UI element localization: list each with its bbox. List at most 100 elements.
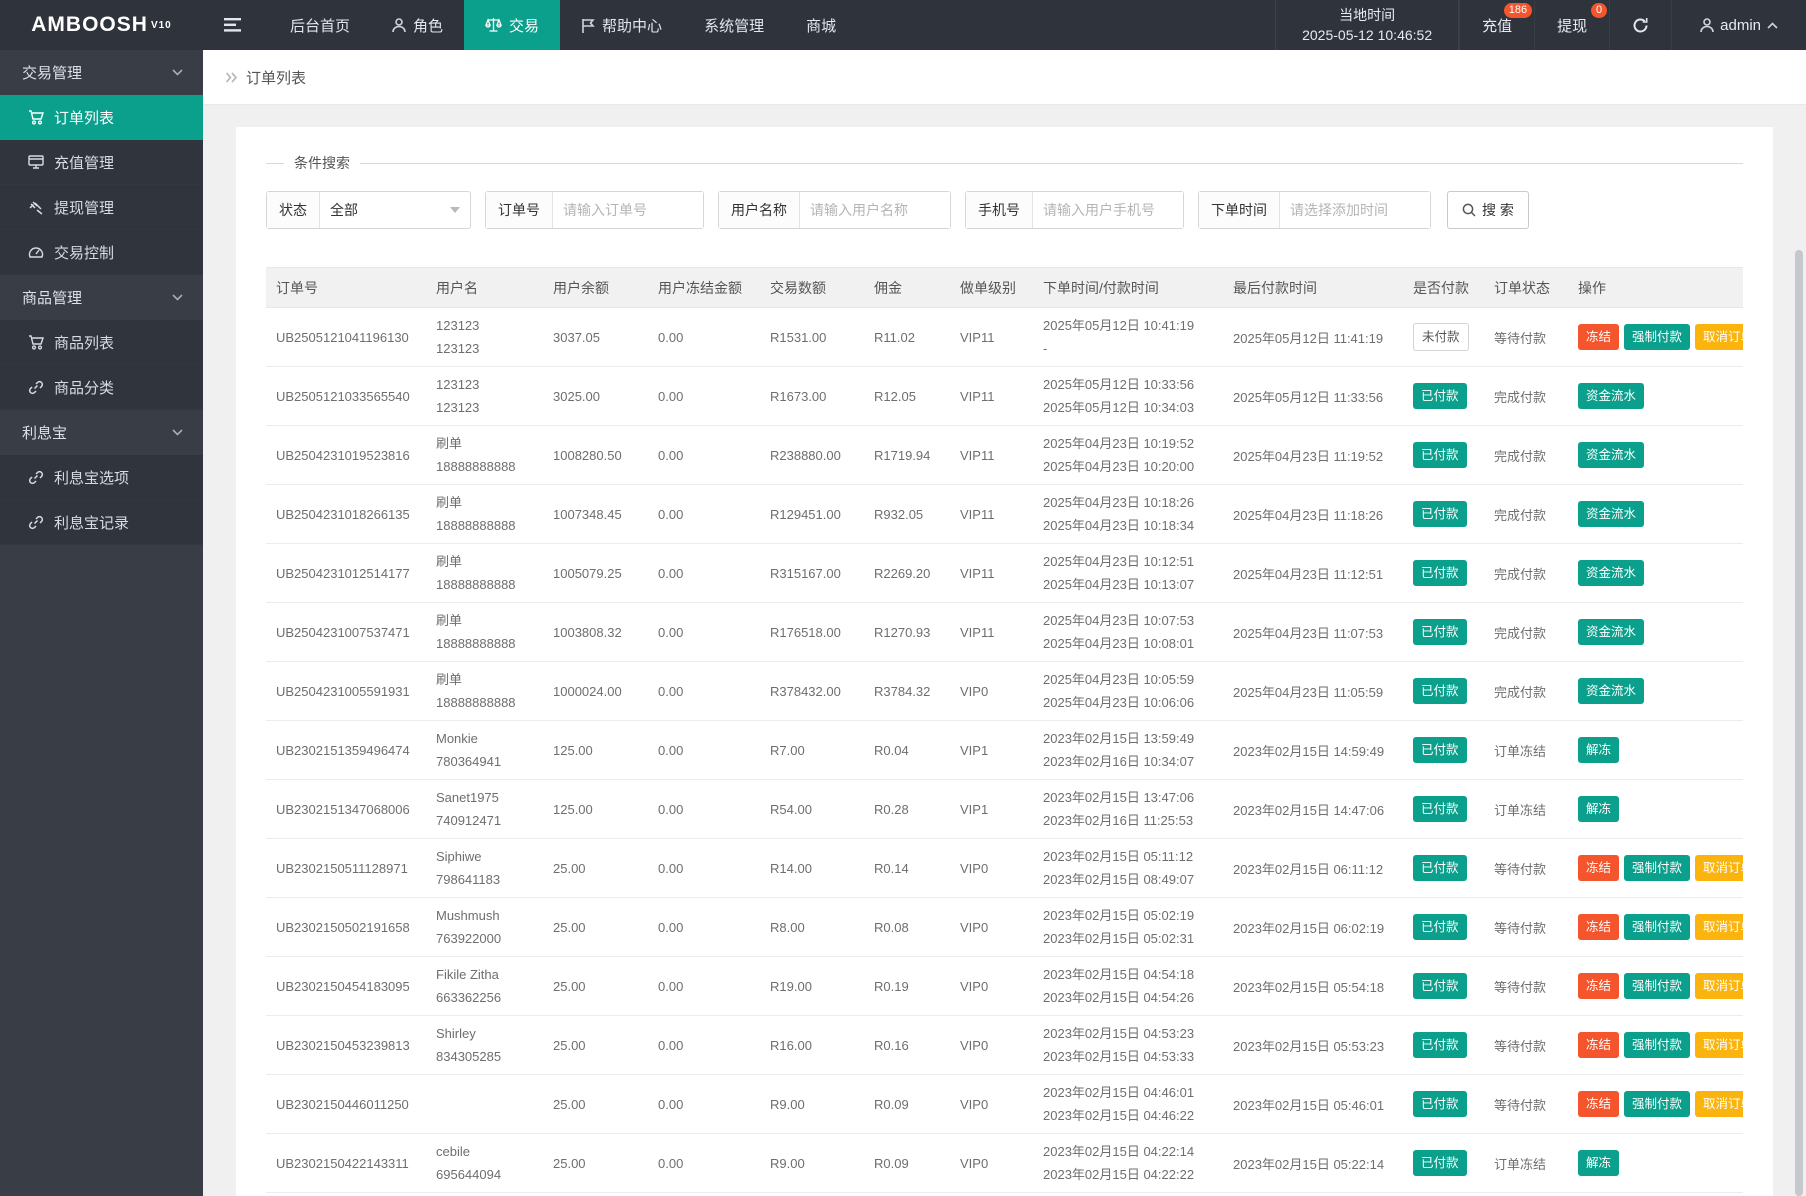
sidebar-item-recharge-manage[interactable]: 充值管理 (0, 140, 203, 185)
paid-badge: 已付款 (1413, 1150, 1467, 1177)
actions-cell: 冻结强制付款取消订单 (1568, 898, 1743, 957)
freeze-button[interactable]: 冻结 (1578, 1091, 1619, 1118)
force-pay-button[interactable]: 强制付款 (1624, 855, 1690, 882)
amount-cell: R9.00 (760, 1134, 864, 1193)
force-pay-button[interactable]: 强制付款 (1624, 914, 1690, 941)
force-pay-button[interactable]: 强制付款 (1624, 1091, 1690, 1118)
commission-cell: R0.16 (864, 1016, 950, 1075)
search-button[interactable]: 搜 索 (1447, 191, 1529, 229)
paid-cell: 已付款 (1403, 721, 1484, 780)
force-pay-button[interactable]: 强制付款 (1624, 1032, 1690, 1059)
nav-item-roles[interactable]: 角色 (371, 0, 464, 50)
fund-flow-button[interactable]: 资金流水 (1578, 678, 1644, 705)
sidebar-group-trade-manage[interactable]: 交易管理 (0, 50, 203, 95)
topbar: AMBOOSHV10 后台首页 角色 交易 帮助中心 系统管理 商城 当地时间 … (0, 0, 1806, 50)
paid-badge: 已付款 (1413, 855, 1467, 882)
freeze-button[interactable]: 冻结 (1578, 973, 1619, 1000)
nav-item-mall[interactable]: 商城 (785, 0, 857, 50)
amount-cell: R16.00 (760, 1016, 864, 1075)
fund-flow-button[interactable]: 资金流水 (1578, 619, 1644, 646)
nav-item-dashboard[interactable]: 后台首页 (269, 0, 371, 50)
sidebar-item-goods-list[interactable]: 商品列表 (0, 320, 203, 365)
brand-name: AMBOOSH (31, 13, 148, 37)
col-username: 用户名 (426, 268, 543, 308)
menu-toggle-button[interactable] (203, 0, 269, 50)
unfreeze-button[interactable]: 解冻 (1578, 1150, 1619, 1177)
freeze-button[interactable]: 冻结 (1578, 1032, 1619, 1059)
amount-cell: R8.00 (760, 898, 864, 957)
sidebar-item-trade-control[interactable]: 交易控制 (0, 230, 203, 275)
order-time-cell: 2023年02月15日 05:11:122023年02月15日 08:49:07 (1033, 839, 1223, 898)
sidebar-item-order-list[interactable]: 订单列表 (0, 95, 203, 140)
recharge-button[interactable]: 充值 186 (1459, 0, 1534, 50)
cancel-order-button[interactable]: 取消订单 (1695, 855, 1743, 882)
paid-cell: 已付款 (1403, 780, 1484, 839)
fund-flow-button[interactable]: 资金流水 (1578, 383, 1644, 410)
status-select[interactable]: 全部 (320, 192, 470, 228)
frozen-cell: 0.00 (648, 1193, 760, 1196)
cancel-order-button[interactable]: 取消订单 (1695, 324, 1743, 351)
paid-badge: 已付款 (1413, 383, 1467, 410)
freeze-button[interactable]: 冻结 (1578, 855, 1619, 882)
commission-cell: R3784.32 (864, 662, 950, 721)
sidebar-group-goods-manage[interactable]: 商品管理 (0, 275, 203, 320)
force-pay-button[interactable]: 强制付款 (1624, 324, 1690, 351)
cancel-order-button[interactable]: 取消订单 (1695, 914, 1743, 941)
local-time-label: 当地时间 (1339, 5, 1395, 25)
force-pay-button[interactable]: 强制付款 (1624, 973, 1690, 1000)
withdraw-button[interactable]: 提现 0 (1534, 0, 1609, 50)
cancel-order-button[interactable]: 取消订单 (1695, 1091, 1743, 1118)
sidebar-group-lixibao[interactable]: 利息宝 (0, 410, 203, 455)
brand-version: V10 (151, 20, 172, 31)
amount-cell: R24.00 (760, 1193, 864, 1196)
paid-cell: 已付款 (1403, 603, 1484, 662)
order-no-cell: UB2504231012514177 (266, 544, 426, 603)
last-pay-time-cell: 2023年02月15日 05:46:01 (1223, 1075, 1403, 1134)
order-no-input[interactable] (553, 192, 703, 228)
nav-item-system[interactable]: 系统管理 (683, 0, 785, 50)
order-time-cell: 2025年05月12日 10:33:562025年05月12日 10:34:03 (1033, 367, 1223, 426)
nav-item-help[interactable]: 帮助中心 (560, 0, 683, 50)
status-cell: 等待付款 (1484, 957, 1568, 1016)
username-input[interactable] (800, 192, 950, 228)
sidebar-item-withdraw-manage[interactable]: 提现管理 (0, 185, 203, 230)
username-filter: 用户名称 (718, 191, 951, 229)
order-no-cell: UB2302151359496474 (266, 721, 426, 780)
freeze-button[interactable]: 冻结 (1578, 914, 1619, 941)
fund-flow-button[interactable]: 资金流水 (1578, 560, 1644, 587)
frozen-cell: 0.00 (648, 308, 760, 367)
order-time-cell: 2023年02月15日 02:47:57 (1033, 1193, 1223, 1196)
order-time-cell: 2023年02月15日 04:53:232023年02月15日 04:53:33 (1033, 1016, 1223, 1075)
vertical-scrollbar[interactable] (1795, 250, 1803, 1196)
sidebar-item-lixibao-records[interactable]: 利息宝记录 (0, 500, 203, 545)
paid-cell: 已付款 (1403, 1075, 1484, 1134)
refresh-button[interactable] (1609, 0, 1671, 50)
freeze-button[interactable]: 冻结 (1578, 324, 1619, 351)
nav-item-trade[interactable]: 交易 (464, 0, 560, 50)
table-row: UB25051210411961301231231231233037.050.0… (266, 308, 1743, 367)
brand-logo: AMBOOSHV10 (0, 0, 203, 50)
order-time-cell: 2025年04月23日 10:12:512025年04月23日 10:13:07 (1033, 544, 1223, 603)
cancel-order-button[interactable]: 取消订单 (1695, 1032, 1743, 1059)
frozen-cell: 0.00 (648, 485, 760, 544)
breadcrumb: 订单列表 (203, 50, 1806, 105)
gauge-icon (28, 245, 44, 259)
fund-flow-button[interactable]: 资金流水 (1578, 442, 1644, 469)
actions-cell: 资金流水 (1568, 544, 1743, 603)
unfreeze-button[interactable]: 解冻 (1578, 737, 1619, 764)
frozen-cell: 0.00 (648, 1075, 760, 1134)
admin-menu[interactable]: admin (1671, 0, 1806, 50)
status-cell: 订单冻结 (1484, 780, 1568, 839)
table-row: UB2504231007537471刷单188888888881003808.3… (266, 603, 1743, 662)
phone-input[interactable] (1033, 192, 1183, 228)
sidebar-item-goods-category[interactable]: 商品分类 (0, 365, 203, 410)
local-time: 当地时间 2025-05-12 10:46:52 (1275, 0, 1459, 50)
cancel-order-button[interactable]: 取消订单 (1695, 973, 1743, 1000)
last-pay-time-cell: 2025年04月23日 11:18:26 (1223, 485, 1403, 544)
sidebar-item-lixibao-options[interactable]: 利息宝选项 (0, 455, 203, 500)
unfreeze-button[interactable]: 解冻 (1578, 796, 1619, 823)
fund-flow-button[interactable]: 资金流水 (1578, 501, 1644, 528)
order-time-input[interactable] (1280, 192, 1430, 228)
order-no-cell: UB2302150446011250 (266, 1075, 426, 1134)
order-time-cell: 2023年02月15日 04:46:012023年02月15日 04:46:22 (1033, 1075, 1223, 1134)
